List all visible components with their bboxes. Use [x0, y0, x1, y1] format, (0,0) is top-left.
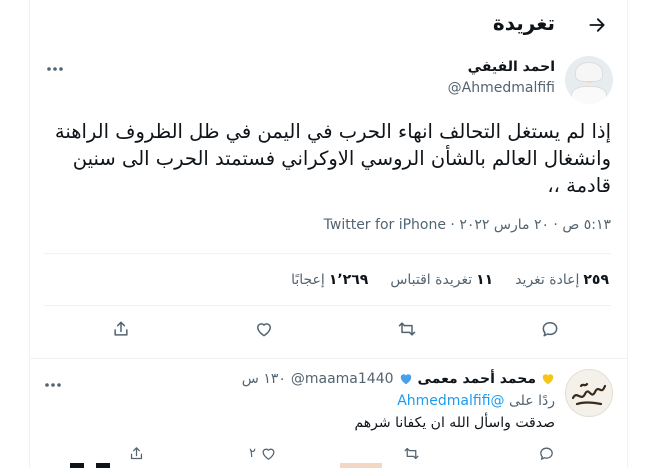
comment-icon — [542, 322, 558, 337]
author-name[interactable]: احمد الفيفي — [468, 59, 555, 75]
clipped-element — [96, 463, 110, 468]
reply-share-button[interactable] — [128, 445, 145, 462]
avatar-headwear — [575, 62, 603, 82]
avatar-clothing — [571, 86, 607, 104]
divider — [44, 305, 611, 306]
tweet-actions — [30, 316, 627, 346]
clipped-element — [340, 463, 382, 468]
tweet-author: احمد الفيفي @Ahmedmalfifi — [30, 52, 627, 112]
tweet-meta[interactable]: ٥:١٣ ص · ٢٠ مارس ٢٠٢٢ · Twitter for iPho… — [324, 217, 611, 233]
reply-actions: ٢ — [30, 445, 627, 467]
reply-more-button[interactable] — [44, 373, 62, 392]
back-button[interactable] — [585, 13, 609, 37]
quotes-label: تغريدة اقتباس — [390, 272, 473, 288]
share-icon — [130, 447, 143, 460]
author-handle[interactable]: @Ahmedmalfifi — [448, 80, 555, 96]
clipped-element — [70, 463, 84, 468]
like-button[interactable] — [251, 316, 277, 342]
yellow-heart-emoji — [542, 374, 554, 385]
tweet-page: تغريدة احمد الفيفي @Ahmedmalfifi إذا لم … — [29, 0, 628, 468]
share-button[interactable] — [108, 316, 134, 342]
tweet-text: إذا لم يستغل التحالف انهاء الحرب في اليم… — [54, 120, 611, 197]
reply-like-button[interactable]: ٢ — [249, 445, 277, 462]
heart-icon — [257, 323, 271, 337]
reply-author-handle[interactable]: @maama1440 — [291, 371, 394, 387]
reply-author-name[interactable]: محمد أحمد معمى — [418, 371, 536, 387]
reply-button[interactable] — [537, 316, 563, 342]
reply-header: محمد أحمد معمى @maama1440 ١٣٠ س — [242, 371, 555, 387]
share-icon — [114, 321, 128, 336]
more-button[interactable] — [44, 58, 66, 80]
replying-to-link[interactable]: @Ahmedmalfifi — [397, 393, 504, 409]
retweets-label: إعادة تغريد — [515, 272, 580, 288]
tweet-stats: ٢٥٩إعادة تغريد ١١تغريدة اقتباس ١٬٢٦٩إعجا… — [291, 272, 609, 288]
avatar[interactable] — [565, 56, 613, 104]
calligraphy-avatar-icon — [571, 382, 607, 406]
reply-likes-count: ٢ — [249, 446, 256, 461]
retweets-stat[interactable]: ٢٥٩إعادة تغريد — [515, 272, 609, 288]
heart-icon — [262, 448, 275, 460]
more-horizontal-icon — [45, 383, 61, 387]
page-title: تغريدة — [492, 11, 555, 35]
retweets-count: ٢٥٩ — [583, 272, 609, 288]
reply-retweet-button[interactable] — [403, 445, 420, 462]
reply-time[interactable]: ١٣٠ س — [242, 371, 286, 387]
top-bar: تغريدة — [30, 0, 627, 52]
retweet-icon — [398, 322, 416, 336]
divider — [44, 253, 611, 254]
likes-count: ١٬٢٦٩ — [328, 272, 369, 288]
reply-text: صدقت واسأل الله ان يكفانا شرهم — [354, 415, 555, 431]
replying-prefix: ردًا على — [509, 393, 555, 409]
retweet-icon — [404, 447, 419, 460]
comment-icon — [540, 447, 553, 460]
arrow-right-icon — [589, 18, 605, 32]
reply-comment-button[interactable] — [538, 445, 555, 462]
likes-stat[interactable]: ١٬٢٦٩إعجابًا — [291, 272, 368, 288]
retweet-button[interactable] — [394, 316, 420, 342]
likes-label: إعجابًا — [291, 272, 325, 288]
quotes-count: ١١ — [476, 272, 494, 288]
blue-heart-emoji — [400, 374, 411, 385]
replying-to: ردًا على @Ahmedmalfifi — [397, 393, 555, 409]
reply-avatar[interactable] — [565, 369, 613, 417]
more-horizontal-icon — [47, 67, 63, 71]
reply-tweet[interactable]: محمد أحمد معمى @maama1440 ١٣٠ س ردًا على… — [30, 358, 627, 468]
quotes-stat[interactable]: ١١تغريدة اقتباس — [390, 272, 493, 288]
